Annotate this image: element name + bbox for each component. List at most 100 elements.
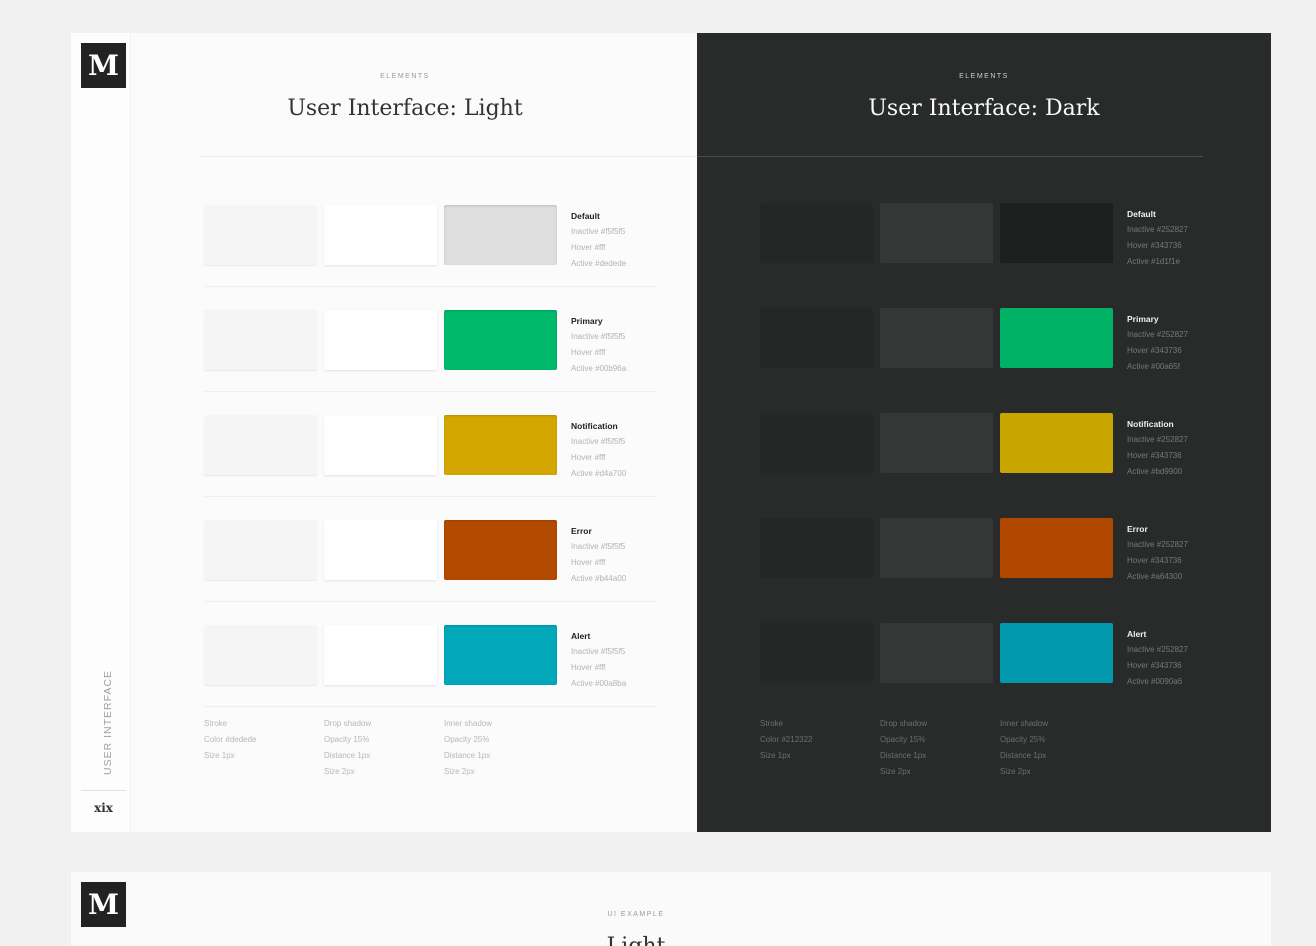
hover-swatch[interactable] (324, 520, 437, 580)
inactive-swatch[interactable] (204, 625, 317, 685)
hover-spec: Hover #fff (571, 453, 606, 462)
inactive-spec: Inactive #252827 (1127, 435, 1188, 444)
hover-swatch[interactable] (880, 518, 993, 578)
swatch-name: Notification (1127, 419, 1174, 429)
inactive-swatch[interactable] (204, 520, 317, 580)
inactive-swatch[interactable] (204, 205, 317, 265)
dark-eyebrow: ELEMENTS (959, 73, 1009, 80)
swatch-info: Error Inactive #252827 Hover #343736 Act… (1127, 521, 1237, 585)
sidebar-section-label: USER INTERFACE (102, 669, 114, 775)
sidebar-divider (81, 790, 126, 791)
active-spec: Active #b44a00 (571, 574, 627, 583)
active-swatch[interactable] (444, 520, 557, 580)
inactive-swatch[interactable] (760, 413, 873, 473)
legend-line: Size 2px (880, 767, 911, 776)
active-spec: Active #bd9900 (1127, 467, 1183, 476)
ui-example-title: Light (71, 934, 1271, 946)
hover-spec: Hover #343736 (1127, 661, 1182, 670)
swatch-name: Alert (1127, 629, 1147, 639)
swatch-info: Alert Inactive #252827 Hover #343736 Act… (1127, 626, 1237, 690)
active-swatch[interactable] (444, 205, 557, 265)
sidebar-rail: M USER INTERFACE xix (71, 33, 131, 832)
hover-swatch[interactable] (324, 205, 437, 265)
inactive-spec: Inactive #f5f5f5 (571, 647, 626, 656)
swatch-info: Primary Inactive #f5f5f5 Hover #fff Acti… (571, 313, 681, 377)
active-spec: Active #00a8ba (571, 679, 627, 688)
legend-line: Opacity 15% (880, 735, 926, 744)
inactive-swatch[interactable] (204, 415, 317, 475)
legend-heading: Drop shadow (324, 719, 372, 728)
inactive-swatch[interactable] (760, 623, 873, 683)
row-divider (204, 601, 656, 602)
hover-spec: Hover #fff (571, 558, 606, 567)
swatch-info: Notification Inactive #252827 Hover #343… (1127, 416, 1237, 480)
hover-swatch[interactable] (324, 625, 437, 685)
inactive-spec: Inactive #252827 (1127, 540, 1188, 549)
inactive-spec: Inactive #f5f5f5 (571, 437, 626, 446)
active-spec: Active #00a65f (1127, 362, 1180, 371)
active-swatch[interactable] (1000, 518, 1113, 578)
hover-swatch[interactable] (324, 415, 437, 475)
legend-heading: Stroke (204, 719, 228, 728)
legend-line: Color #dedede (204, 735, 257, 744)
active-swatch[interactable] (444, 310, 557, 370)
medium-logo[interactable]: M (81, 43, 126, 88)
active-spec: Active #dedede (571, 259, 627, 268)
inactive-swatch[interactable] (760, 518, 873, 578)
swatch-info: Alert Inactive #f5f5f5 Hover #fff Active… (571, 628, 681, 692)
swatch-name: Error (571, 526, 592, 536)
swatch-info: Error Inactive #f5f5f5 Hover #fff Active… (571, 523, 681, 587)
legend-line: Size 2px (1000, 767, 1031, 776)
legend-heading: Drop shadow (880, 719, 928, 728)
legend-line: Opacity 25% (1000, 735, 1046, 744)
legend-line: Distance 1px (444, 751, 491, 760)
swatch-name: Primary (571, 316, 603, 326)
hover-spec: Hover #343736 (1127, 556, 1182, 565)
inactive-swatch[interactable] (204, 310, 317, 370)
active-swatch[interactable] (444, 625, 557, 685)
active-swatch[interactable] (1000, 203, 1113, 263)
inactive-spec: Inactive #252827 (1127, 645, 1188, 654)
hover-swatch[interactable] (324, 310, 437, 370)
hover-swatch[interactable] (880, 623, 993, 683)
hover-swatch[interactable] (880, 203, 993, 263)
light-panel: ELEMENTS User Interface: Light Default I… (131, 33, 697, 832)
legend-line: Size 1px (760, 751, 791, 760)
inner-shadow-spec: Inner shadow Opacity 25% Distance 1px Si… (1000, 716, 1115, 780)
legend-heading: Inner shadow (1000, 719, 1049, 728)
row-divider (204, 706, 656, 707)
hover-swatch[interactable] (880, 308, 993, 368)
elements-card: M USER INTERFACE xix ELEMENTS User Inter… (71, 33, 1271, 832)
hover-swatch[interactable] (880, 413, 993, 473)
inactive-spec: Inactive #f5f5f5 (571, 332, 626, 341)
drop-shadow-spec: Drop shadow Opacity 15% Distance 1px Siz… (880, 716, 995, 780)
legend-heading: Inner shadow (444, 719, 493, 728)
active-spec: Active #d4a700 (571, 469, 627, 478)
dark-title: User Interface: Dark (868, 96, 1100, 121)
swatch-name: Default (571, 211, 600, 221)
active-swatch[interactable] (444, 415, 557, 475)
inactive-swatch[interactable] (760, 308, 873, 368)
swatch-info: Notification Inactive #f5f5f5 Hover #fff… (571, 418, 681, 482)
swatch-name: Primary (1127, 314, 1159, 324)
active-swatch[interactable] (1000, 623, 1113, 683)
swatch-name: Error (1127, 524, 1148, 534)
active-swatch[interactable] (1000, 413, 1113, 473)
legend-line: Distance 1px (324, 751, 371, 760)
hover-spec: Hover #fff (571, 348, 606, 357)
inactive-swatch[interactable] (760, 203, 873, 263)
row-divider (204, 286, 656, 287)
inner-shadow-spec: Inner shadow Opacity 25% Distance 1px Si… (444, 716, 559, 780)
active-spec: Active #a64300 (1127, 572, 1183, 581)
dark-panel: ELEMENTS User Interface: Dark Default In… (697, 33, 1271, 832)
light-title-divider (201, 156, 697, 157)
inactive-spec: Inactive #252827 (1127, 225, 1188, 234)
active-swatch[interactable] (1000, 308, 1113, 368)
swatch-name: Notification (571, 421, 618, 431)
legend-line: Distance 1px (880, 751, 927, 760)
swatch-info: Default Inactive #252827 Hover #343736 A… (1127, 206, 1237, 270)
medium-logo[interactable]: M (81, 882, 126, 927)
active-spec: Active #00b96a (571, 364, 627, 373)
swatch-name: Alert (571, 631, 591, 641)
light-eyebrow: ELEMENTS (380, 73, 430, 80)
